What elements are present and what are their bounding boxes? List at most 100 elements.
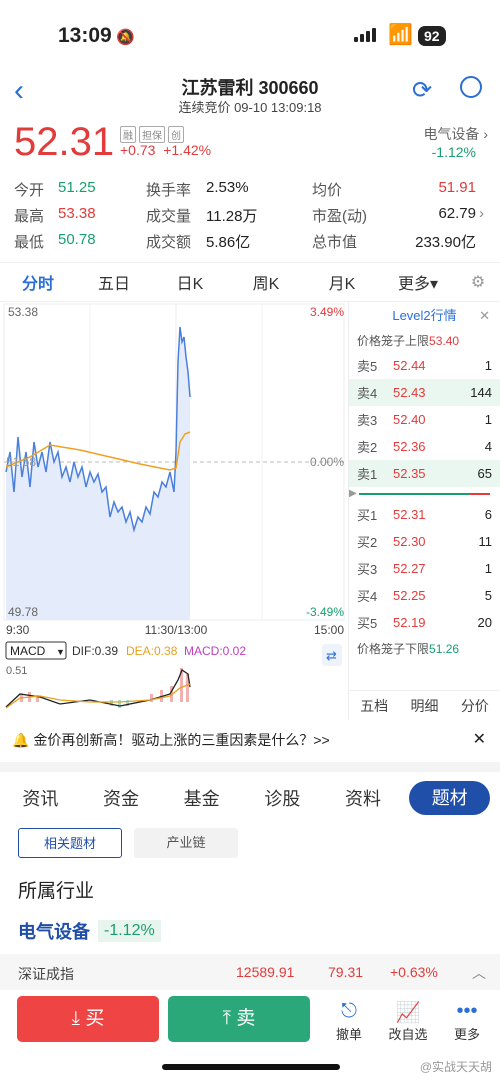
ask-row[interactable]: 卖4 52.43 144 bbox=[349, 379, 500, 406]
pct-min-label: -3.49% bbox=[306, 605, 344, 619]
time-mid: 11:30/13:00 bbox=[145, 623, 208, 637]
nav-bar: ‹ 江苏雷利 300660 连续竞价 09-10 13:09:18 ⟳ bbox=[0, 70, 500, 118]
subtab-industry-chain[interactable]: 产业链 bbox=[134, 828, 238, 858]
industry-link[interactable]: 电气设备 › -1.12% bbox=[423, 124, 488, 160]
home-indicator bbox=[162, 1064, 340, 1070]
pct-mid-label: 0.00% bbox=[310, 455, 344, 469]
gear-icon[interactable]: ⚙ bbox=[456, 272, 500, 292]
current-price: 52.31 bbox=[14, 120, 115, 164]
ask-row[interactable]: 卖2 52.36 4 bbox=[349, 433, 500, 460]
y-min-label: 49.78 bbox=[8, 605, 38, 619]
tab-5day[interactable]: 五日 bbox=[76, 270, 152, 294]
industry-row[interactable]: 电气设备 -1.12% bbox=[18, 918, 161, 944]
search-icon[interactable] bbox=[460, 76, 482, 98]
close-news-icon[interactable]: ✕ bbox=[473, 722, 486, 758]
index-value: 12589.91 bbox=[236, 964, 295, 980]
buy-button[interactable]: ⤓ 买 bbox=[17, 996, 159, 1042]
stat-0-1: 换手率 2.53% bbox=[146, 178, 249, 199]
tab-diagnosis[interactable]: 诊股 bbox=[242, 785, 323, 811]
index-pct: +0.63% bbox=[390, 964, 438, 980]
cancel-icon: ⎋ bbox=[341, 1000, 357, 1022]
price-change: +0.73 +1.42% bbox=[120, 142, 212, 158]
pct-max-label: 3.49% bbox=[310, 305, 344, 319]
tab-5-levels[interactable]: 五档 bbox=[349, 691, 399, 720]
bid-row[interactable]: 买5 52.19 20 bbox=[349, 609, 500, 636]
upper-limit: 价格笼子上限53.40 bbox=[357, 334, 460, 348]
tab-profile[interactable]: 资料 bbox=[323, 785, 404, 811]
y-mid-label: 51.58 bbox=[6, 455, 36, 469]
ask-row[interactable]: 卖3 52.40 1 bbox=[349, 406, 500, 433]
stat-2-2: 总市值 233.90亿 bbox=[312, 233, 476, 251]
bid-row[interactable]: 买2 52.30 11 bbox=[349, 528, 500, 555]
stats-grid: 今开 51.25 换手率 2.53% 均价 51.91 最高 53.38 成交量 11.28万 市盈… bbox=[14, 176, 490, 254]
level2-title[interactable]: Level2行情 ✕ bbox=[349, 302, 500, 330]
stat-1-2: 市盈(动) 62.79 › bbox=[312, 204, 484, 225]
bid-row[interactable]: 买1 52.31 6 bbox=[349, 501, 500, 528]
macd-dropdown-icon: ▼ bbox=[56, 647, 65, 657]
stat-1-0: 最高 53.38 bbox=[14, 204, 96, 225]
index-change: 79.31 bbox=[328, 964, 364, 980]
bid-row[interactable]: 买4 52.25 5 bbox=[349, 582, 500, 609]
tag-guarantee: 担保 bbox=[139, 126, 165, 143]
more-icon: ••• bbox=[456, 1000, 478, 1022]
macd-value: MACD:0.02 bbox=[184, 644, 246, 658]
pe-chevron-icon: › bbox=[479, 204, 484, 222]
tab-more[interactable]: 更多▾ bbox=[380, 270, 456, 294]
index-name: 深证成指 bbox=[18, 966, 74, 982]
dea-value: DEA:0.38 bbox=[126, 644, 178, 658]
stat-2-1: 成交额 5.86亿 bbox=[146, 233, 251, 251]
tab-funds[interactable]: 资金 bbox=[81, 785, 162, 811]
edit-watchlist-button[interactable]: 📈 改自选 bbox=[383, 1000, 433, 1043]
tab-monthly-k[interactable]: 月K bbox=[304, 270, 380, 294]
tab-daily-k[interactable]: 日K bbox=[152, 270, 228, 294]
dif-value: DIF:0.39 bbox=[72, 644, 118, 658]
time-start: 9:30 bbox=[6, 623, 30, 637]
spread-divider: ▶ bbox=[349, 487, 500, 501]
tab-mutual-funds[interactable]: 基金 bbox=[161, 785, 242, 811]
index-ticker[interactable]: 深证成指 12589.91 79.31 +0.63% ︿ bbox=[0, 954, 500, 990]
section-title: 所属行业 bbox=[18, 881, 95, 902]
wifi-icon: 📶 bbox=[388, 24, 413, 46]
more-button[interactable]: ••• 更多 bbox=[442, 1000, 492, 1043]
tab-weekly-k[interactable]: 周K bbox=[228, 270, 304, 294]
industry-change: -1.12% bbox=[98, 920, 161, 942]
tab-by-price[interactable]: 分价 bbox=[450, 691, 500, 720]
industry-name[interactable]: 电气设备 bbox=[18, 918, 90, 944]
stock-tags: 融 担保 创 bbox=[120, 126, 184, 143]
tab-themes[interactable]: 题材 bbox=[409, 781, 491, 815]
news-banner[interactable]: 🔔 金价再创新高！驱动上涨的三重因素是什么？>> ✕ bbox=[0, 722, 500, 758]
switch-indicator-icon: ⇄ bbox=[326, 648, 337, 663]
ask-row[interactable]: 卖5 52.44 1 bbox=[349, 352, 500, 379]
tab-detail[interactable]: 明细 bbox=[399, 691, 449, 720]
tab-intraday[interactable]: 分时 bbox=[0, 270, 76, 294]
cancel-order-button[interactable]: ⎋ 撤单 bbox=[324, 1000, 374, 1043]
watchlist-icon: 📈 bbox=[395, 1002, 421, 1024]
macd-top-label: 0.51 bbox=[6, 665, 27, 677]
sell-button[interactable]: ⤒ 卖 bbox=[168, 996, 310, 1042]
theme-subtabs: 相关题材 产业链 bbox=[18, 828, 238, 858]
y-max-label: 53.38 bbox=[8, 305, 38, 319]
chevron-up-icon[interactable]: ︿ bbox=[472, 963, 486, 983]
stat-2-0: 最低 50.78 bbox=[14, 230, 96, 251]
tab-news[interactable]: 资讯 bbox=[0, 785, 81, 811]
ask-row[interactable]: 卖1 52.35 65 bbox=[349, 460, 500, 487]
tag-chinext: 创 bbox=[168, 126, 184, 143]
intraday-chart[interactable]: 53.38 49.78 51.58 3.49% 0.00% -3.49% 9:3… bbox=[0, 302, 348, 720]
gift-icon: 🔔 bbox=[12, 732, 30, 748]
refresh-icon[interactable]: ⟳ bbox=[412, 76, 432, 105]
level2-panel: Level2行情 ✕ 价格笼子上限53.40 卖5 52.44 1 卖4 52.43 144… bbox=[348, 302, 500, 720]
battery-indicator: 92 bbox=[418, 26, 446, 46]
tag-margin: 融 bbox=[120, 126, 136, 143]
subtab-related-themes[interactable]: 相关题材 bbox=[18, 828, 122, 858]
macd-selector: MACD bbox=[10, 644, 46, 658]
bid-row[interactable]: 买3 52.27 1 bbox=[349, 555, 500, 582]
stat-0-0: 今开 51.25 bbox=[14, 178, 96, 199]
info-tabs: 资讯 资金 基金 诊股 资料 题材 bbox=[0, 780, 500, 816]
time-end: 15:00 bbox=[314, 623, 344, 637]
close-icon[interactable]: ✕ bbox=[479, 302, 490, 330]
signal-icon bbox=[354, 28, 376, 42]
intraday-svg: 53.38 49.78 51.58 3.49% 0.00% -3.49% 9:3… bbox=[3, 303, 345, 709]
clock: 13:09 bbox=[58, 24, 112, 47]
lower-limit: 价格笼子下限51.26 bbox=[357, 642, 460, 656]
watermark: @实战天天胡 bbox=[419, 1060, 492, 1074]
